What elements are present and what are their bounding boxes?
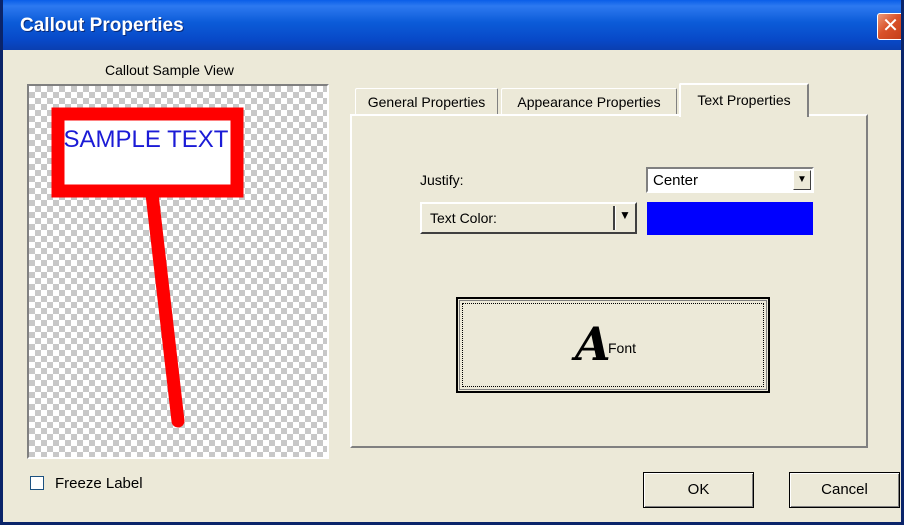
- tab-label: Appearance Properties: [517, 94, 661, 110]
- justify-value: Center: [653, 172, 699, 189]
- tab-appearance-properties[interactable]: Appearance Properties: [501, 88, 677, 114]
- chevron-down-icon[interactable]: ▼: [793, 170, 811, 190]
- callout-sample-view: SAMPLE TEXT: [27, 84, 329, 459]
- callout-properties-dialog: Callout Properties ✕ Callout Sample View…: [0, 0, 904, 525]
- callout-leader-line: [145, 187, 185, 428]
- sample-view-label: Callout Sample View: [105, 62, 234, 78]
- font-icon: A: [575, 317, 611, 371]
- tab-general-properties[interactable]: General Properties: [355, 88, 498, 114]
- close-icon: ✕: [882, 15, 899, 37]
- split-divider: [613, 206, 616, 230]
- title-bar[interactable]: Callout Properties ✕: [3, 0, 901, 50]
- text-color-button[interactable]: Text Color: ▼: [420, 202, 637, 234]
- callout-preview: SAMPLE TEXT: [51, 107, 244, 428]
- ok-button[interactable]: OK: [643, 472, 754, 508]
- close-button[interactable]: ✕: [877, 13, 901, 40]
- tab-text-properties[interactable]: Text Properties: [679, 83, 809, 117]
- justify-label: Justify:: [420, 172, 464, 188]
- window-title: Callout Properties: [20, 15, 184, 36]
- callout-sample-text: SAMPLE TEXT: [64, 126, 229, 153]
- tab-label: Text Properties: [697, 92, 791, 108]
- justify-select[interactable]: Center ▼: [646, 167, 814, 193]
- cancel-button[interactable]: Cancel: [789, 472, 900, 508]
- text-color-label: Text Color:: [430, 210, 497, 226]
- chevron-down-icon[interactable]: ▼: [619, 208, 631, 222]
- font-button[interactable]: A Font: [456, 297, 770, 393]
- freeze-label-checkbox[interactable]: [30, 476, 44, 490]
- tab-label: General Properties: [367, 94, 486, 110]
- text-color-swatch[interactable]: [647, 202, 813, 235]
- font-button-label: Font: [608, 340, 637, 356]
- freeze-label-text: Freeze Label: [55, 475, 143, 492]
- text-properties-panel: [350, 114, 868, 448]
